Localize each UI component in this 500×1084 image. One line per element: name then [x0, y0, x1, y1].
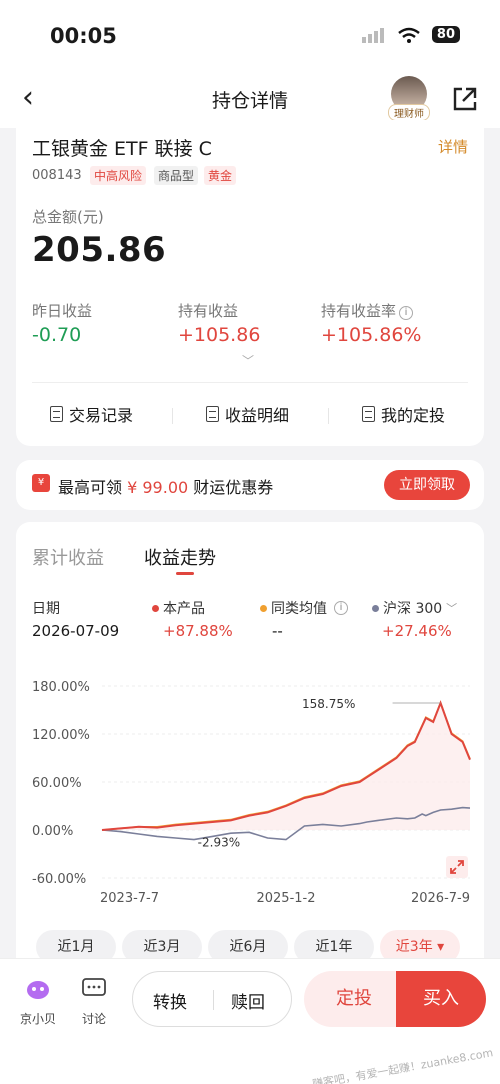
status-time: 00:05 [50, 24, 117, 48]
legend-product: 本产品 [152, 598, 205, 618]
share-icon[interactable] [452, 86, 478, 112]
y-tick-label: 180.00% [32, 680, 90, 695]
list-icon [362, 406, 375, 422]
rate-value: +105.86% [321, 324, 422, 346]
my-fixed-link[interactable]: 我的定投 [362, 402, 445, 426]
status-icons: 80 [361, 26, 460, 43]
convert-redeem-group: 转换 赎回 [132, 971, 292, 1027]
date-label: 日期 [32, 601, 60, 617]
divider [172, 408, 173, 424]
advisor-button[interactable]: 理财师 [388, 76, 430, 122]
divider [32, 382, 468, 383]
fund-name: 工银黄金 ETF 联接 C [32, 138, 212, 160]
y-tick-label: 0.00% [32, 824, 73, 839]
divider [328, 408, 329, 424]
assistant-label: 京小贝 [19, 1012, 56, 1026]
wifi-icon [398, 27, 420, 43]
chat-icon [82, 978, 106, 996]
coupon-text: 最高可领 ¥ 99.00 财运优惠券 [58, 474, 273, 498]
x-tick-label: 2025-1-2 [256, 891, 315, 906]
tab-trend[interactable]: 收益走势 [144, 544, 216, 570]
status-bar: 00:05 80 [0, 0, 500, 66]
document-icon [50, 406, 63, 422]
claim-button[interactable]: 立即领取 [384, 470, 470, 500]
legend-peer-value: -- [272, 622, 283, 640]
trade-records-link[interactable]: 交易记录 [50, 402, 133, 426]
legend-product-value: +87.88% [163, 622, 233, 640]
bottom-bar: 京小贝 讨论 转换 赎回 定投 买入 赚客吧，有爱一起赚！zuanke8.com [0, 958, 500, 1084]
rate-label-wrap: 持有收益率 i [321, 300, 414, 321]
y-tick-label: -60.00% [32, 872, 86, 887]
buy-button[interactable]: 买入 [396, 971, 486, 1027]
discuss-label: 讨论 [81, 1012, 106, 1026]
assistant-button[interactable]: 京小贝 [18, 977, 58, 1027]
income-detail-label: 收益明细 [225, 406, 290, 425]
category-tag: 黄金 [204, 166, 237, 185]
legend-product-name: 本产品 [163, 601, 205, 617]
divider [213, 990, 214, 1010]
chart-card: 累计收益 收益走势 日期 2026-07-09 本产品 +87.88% 同类均值… [16, 522, 484, 962]
y-tick-label: 60.00% [32, 776, 82, 791]
total-label: 总金额(元) [32, 208, 104, 226]
my-fixed-label: 我的定投 [381, 406, 446, 425]
period-3y-label: 近3年 [395, 939, 433, 955]
trend-chart[interactable]: 180.00% 120.00% 60.00% 0.00% -60.00% 2023-7-7… [16, 672, 484, 912]
holding-value: +105.86 [178, 324, 261, 346]
income-detail-link[interactable]: 收益明细 [206, 402, 289, 426]
clipboard-icon [206, 406, 219, 422]
date-value: 2026-07-09 [32, 622, 120, 640]
x-tick-label: 2026-7-9 [411, 891, 470, 906]
advisor-badge: 理财师 [388, 104, 430, 121]
info-icon[interactable]: i [334, 601, 348, 615]
tab-underline [176, 572, 194, 575]
signal-icon [361, 27, 384, 43]
total-value: 205.86 [32, 230, 167, 270]
peak-label: 158.75% [302, 697, 355, 711]
nav-bar: ‹ 持仓详情 理财师 [0, 66, 500, 128]
fund-card: 工银黄金 ETF 联接 C 详情 008143 中高风险 商品型 黄金 总金额(… [16, 120, 484, 446]
low-label: -2.93% [198, 835, 240, 849]
battery-icon: 80 [431, 26, 460, 43]
info-icon[interactable]: i [399, 306, 414, 320]
holding-label: 持有收益 [178, 302, 239, 320]
coupon-prefix: 最高可领 [58, 478, 123, 497]
convert-button[interactable]: 转换 [153, 988, 187, 1013]
legend-index-value: +27.46% [382, 622, 452, 640]
tab-cumulative[interactable]: 累计收益 [32, 544, 104, 570]
fixed-invest-button[interactable]: 定投 [304, 971, 404, 1027]
detail-link[interactable]: 详情 [438, 136, 468, 157]
coupon-amount: ¥ 99.00 [127, 478, 189, 497]
chevron-down-icon[interactable]: ﹀ [242, 352, 254, 369]
legend-dot [260, 604, 267, 612]
yesterday-value: -0.70 [32, 324, 82, 346]
fund-code: 008143 [32, 168, 82, 183]
chevron-down-icon: ﹀ [446, 602, 458, 615]
y-tick-label: 120.00% [32, 728, 90, 743]
redeem-button[interactable]: 赎回 [231, 988, 265, 1013]
trade-records-label: 交易记录 [69, 406, 134, 425]
legend-index[interactable]: 沪深 300 ﹀ [372, 598, 457, 618]
risk-tag: 中高风险 [90, 166, 147, 185]
x-tick-label: 2023-7-7 [100, 891, 159, 906]
discuss-button[interactable]: 讨论 [74, 977, 114, 1027]
coupon-card: ¥ 最高可领 ¥ 99.00 财运优惠券 立即领取 [16, 460, 484, 510]
coupon-suffix: 财运优惠券 [193, 478, 274, 497]
robot-icon [27, 981, 49, 999]
legend-dot [152, 604, 159, 612]
caret-down-icon: ▾ [437, 939, 445, 955]
legend-peer: 同类均值 i [260, 598, 348, 618]
watermark: 赚客吧，有爱一起赚！zuanke8.com [311, 1046, 494, 1084]
legend-peer-name: 同类均值 [271, 601, 327, 617]
area-fill [102, 703, 470, 830]
yesterday-label: 昨日收益 [32, 302, 93, 320]
expand-icon[interactable] [446, 856, 468, 878]
type-tag: 商品型 [154, 166, 199, 185]
coupon-icon: ¥ [32, 474, 50, 492]
legend-index-name: 沪深 300 [383, 601, 443, 617]
legend-dot [372, 604, 379, 612]
rate-label: 持有收益率 [321, 302, 397, 320]
